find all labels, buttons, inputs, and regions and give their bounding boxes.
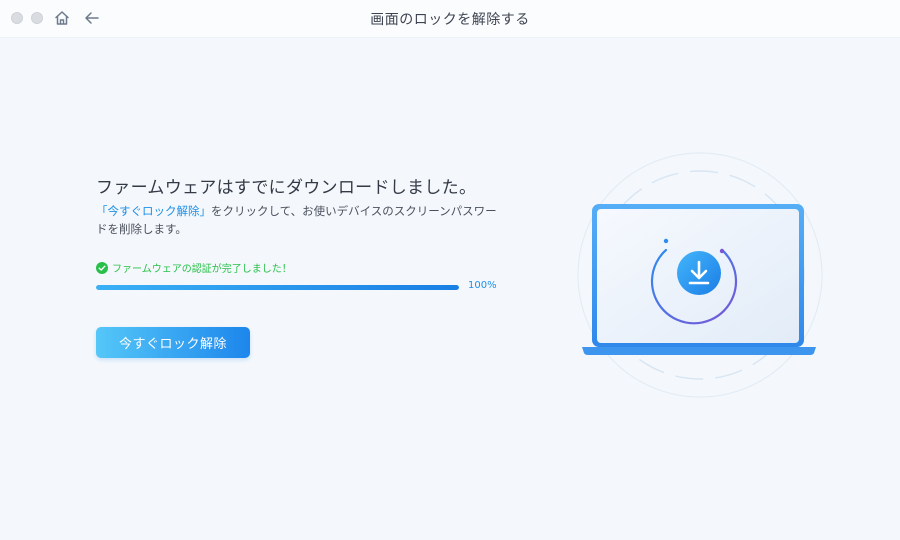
progress-percent: 100% — [468, 280, 497, 291]
laptop-icon — [577, 152, 823, 398]
progress-bar — [96, 285, 459, 290]
check-circle-icon — [96, 261, 108, 274]
progress-fill — [96, 285, 459, 290]
instruction-text: 「今すぐロック解除」をクリックして、お使いデバイスのスクリーンパスワードを削除し… — [96, 202, 506, 238]
verification-status: ファームウェアの認証が完了しました！ — [96, 260, 292, 275]
window-title: 画面のロックを解除する — [370, 12, 530, 28]
status-text: ファームウェアの認証が完了しました！ — [112, 264, 292, 275]
instruction-link-text: 「今すぐロック解除」 — [96, 204, 211, 218]
download-illustration — [570, 150, 830, 410]
app-window: 画面のロックを解除する ファームウェアはすでにダウンロードしました。 「今すぐロ… — [0, 0, 900, 540]
title-bar: 画面のロックを解除する — [0, 0, 900, 38]
unlock-now-button[interactable]: 今すぐロック解除 — [96, 327, 250, 358]
page-heading: ファームウェアはすでにダウンロードしました。 — [96, 178, 477, 198]
